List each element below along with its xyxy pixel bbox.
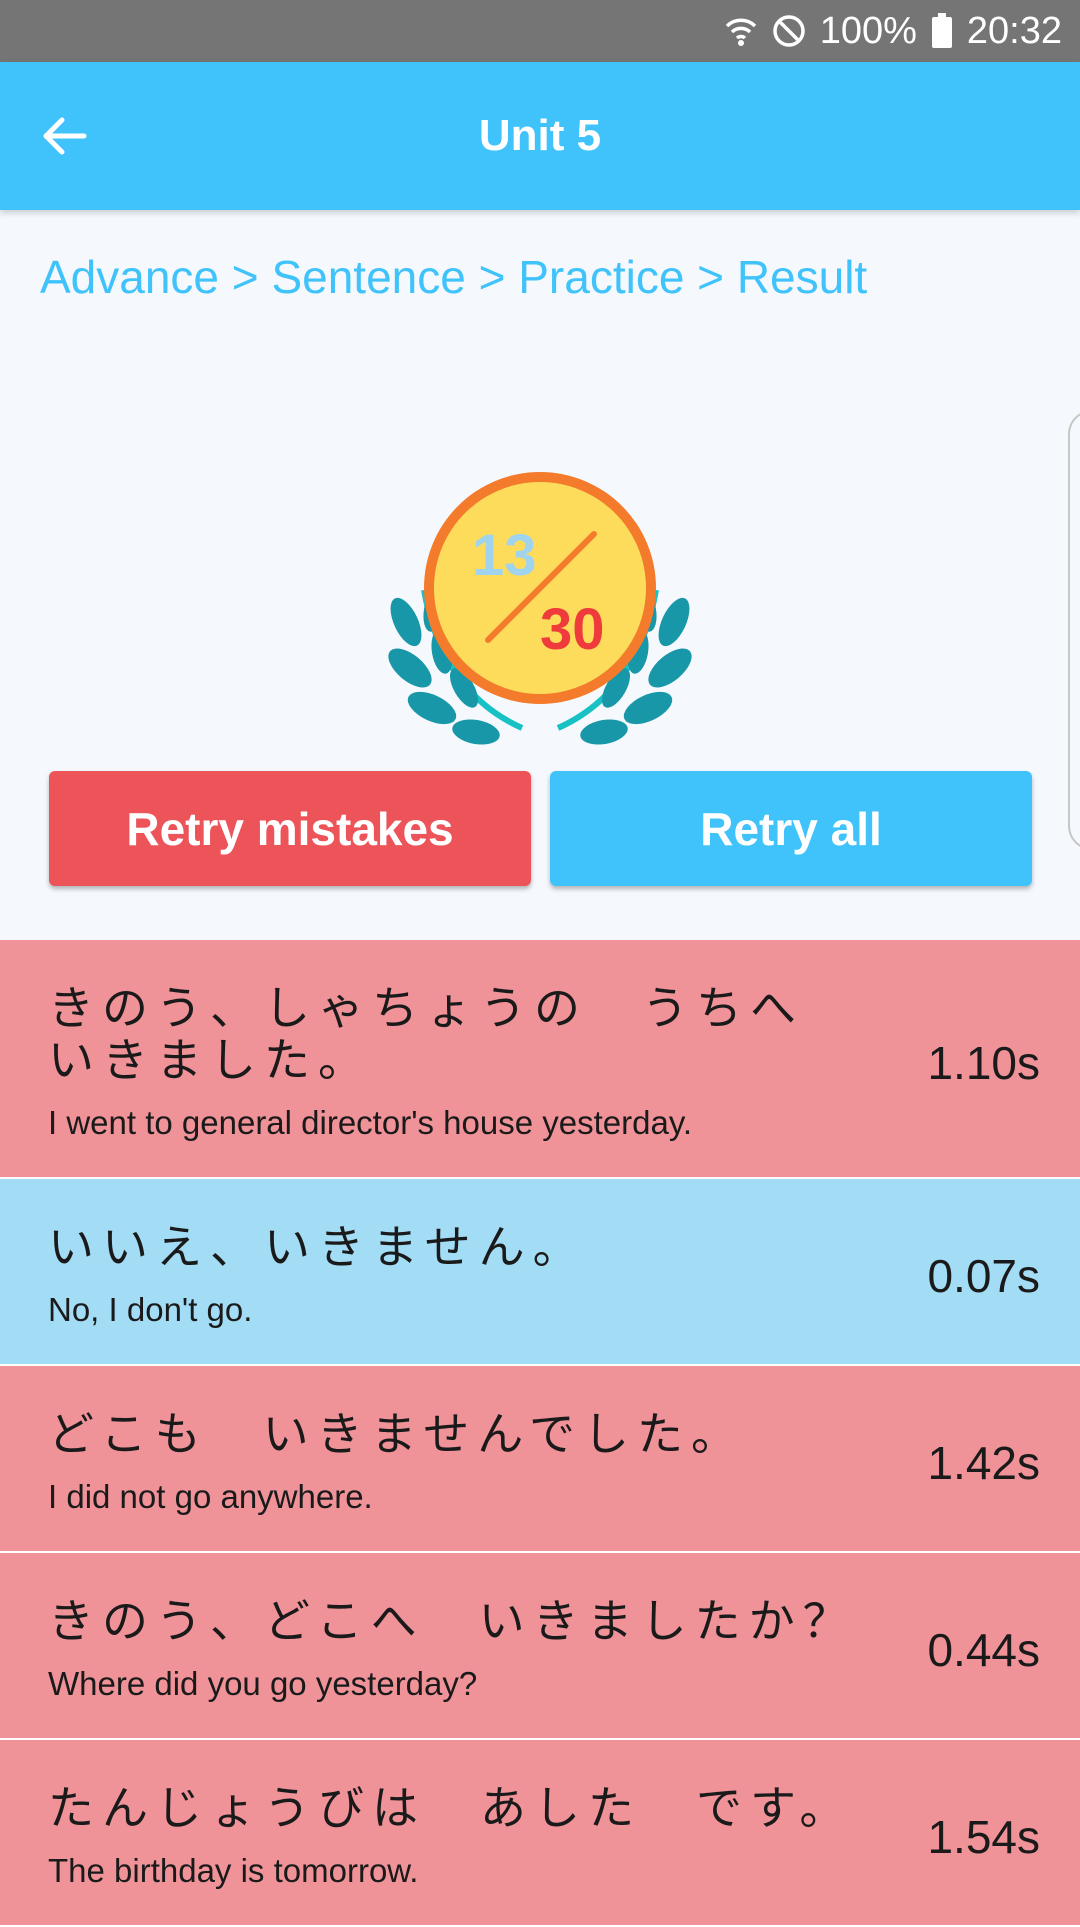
japanese-sentence: たんじょうびは あした です。 xyxy=(48,1781,854,1835)
status-bar: 100% 20:32 xyxy=(0,0,1080,62)
english-translation: Where did you go yesterday? xyxy=(48,1665,478,1702)
japanese-sentence: きのう、どこへ いきましたか？ xyxy=(48,1594,857,1648)
do-not-disturb-icon xyxy=(772,14,806,48)
status-time: 20:32 xyxy=(966,9,1062,52)
battery-icon xyxy=(931,13,953,49)
score-medal: 13 30 xyxy=(372,462,708,752)
japanese-sentence: いいえ、いきません。 xyxy=(48,1220,587,1274)
response-time: 1.42s xyxy=(927,1437,1040,1489)
result-row[interactable]: きのう、しゃちょうの うちへ いきました。 I went to general … xyxy=(0,940,1080,1179)
response-time: 0.07s xyxy=(927,1250,1040,1302)
results-list: きのう、しゃちょうの うちへ いきました。 I went to general … xyxy=(0,940,1080,1927)
english-translation: No, I don't go. xyxy=(48,1291,253,1328)
result-row[interactable]: たんじょうびは あした です。 The birthday is tomorrow… xyxy=(0,1740,1080,1927)
result-row[interactable]: きのう、どこへ いきましたか？ Where did you go yesterd… xyxy=(0,1553,1080,1740)
breadcrumb: Advance > Sentence > Practice > Result xyxy=(40,251,868,303)
battery-percent: 100% xyxy=(819,9,917,52)
page-title: Unit 5 xyxy=(478,111,602,160)
back-button[interactable] xyxy=(28,100,100,172)
retry-mistakes-button[interactable]: Retry mistakes xyxy=(49,771,531,886)
japanese-sentence: きのう、しゃちょうの うちへ いきました。 xyxy=(48,981,858,1087)
result-row[interactable]: いいえ、いきません。 No, I don't go. 0.07s xyxy=(0,1179,1080,1366)
score-correct: 13 xyxy=(472,523,537,588)
response-time: 1.10s xyxy=(927,1037,1040,1089)
score-total: 30 xyxy=(540,597,605,662)
english-translation: I went to general director's house yeste… xyxy=(48,1104,693,1141)
arrow-left-icon xyxy=(43,117,87,155)
response-time: 1.54s xyxy=(927,1811,1040,1863)
edge-panel-handle[interactable] xyxy=(1068,410,1080,850)
retry-all-button[interactable]: Retry all xyxy=(550,771,1032,886)
english-translation: I did not go anywhere. xyxy=(48,1478,373,1515)
response-time: 0.44s xyxy=(927,1624,1040,1676)
app-bar: Unit 5 xyxy=(0,62,1080,210)
english-translation: The birthday is tomorrow. xyxy=(48,1852,419,1889)
result-row[interactable]: どこも いきませんでした。 I did not go anywhere. 1.4… xyxy=(0,1366,1080,1553)
wifi-icon xyxy=(724,14,758,48)
japanese-sentence: どこも いきませんでした。 xyxy=(48,1407,745,1461)
